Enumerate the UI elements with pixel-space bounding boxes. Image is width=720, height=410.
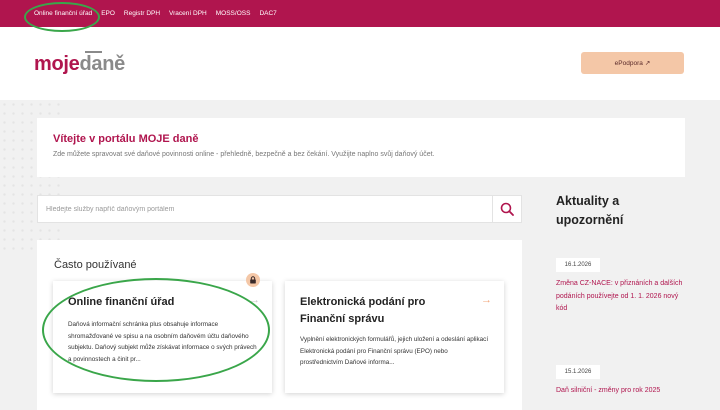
- nav-item-vraceni-dph[interactable]: Vracení DPH: [169, 10, 207, 17]
- lock-icon: [246, 273, 260, 287]
- tile-description: Daňová informační schránka plus obsahuje…: [68, 321, 257, 363]
- search-button[interactable]: [492, 196, 521, 222]
- search-bar: [37, 195, 522, 223]
- logo-part-dane: daně: [79, 53, 125, 75]
- site-header: mojedaně ePodpora ↗: [0, 27, 720, 100]
- frequent-heading: Často používané: [54, 259, 137, 271]
- news-date: 16.1.2026: [556, 258, 600, 272]
- nav-item-online-financni-urad[interactable]: Online finanční úřad: [34, 10, 92, 17]
- news-date: 15.1.2026: [556, 365, 600, 379]
- logo[interactable]: mojedaně: [34, 51, 125, 76]
- news-link[interactable]: Změna CZ-NACE: v přiznáních a dalších po…: [556, 278, 691, 316]
- search-input[interactable]: [38, 196, 494, 222]
- welcome-title: Vítejte v portálu MOJE daně: [53, 133, 199, 145]
- search-icon: [500, 202, 514, 216]
- logo-bar: [85, 51, 102, 53]
- arrow-right-icon: →: [481, 294, 492, 306]
- top-navigation: Online finanční úřad EPO Registr DPH Vra…: [0, 0, 720, 27]
- tile-title: Elektronická podání pro Finanční správu: [300, 296, 426, 325]
- welcome-subtitle: Zde můžete spravovat své daňové povinnos…: [53, 151, 435, 158]
- logo-part-moje: moje: [34, 53, 80, 75]
- tile-online-financni-urad[interactable]: Online finanční úřad → Daňová informační…: [53, 281, 272, 393]
- nav-item-registr-dph[interactable]: Registr DPH: [124, 10, 160, 17]
- arrow-right-icon: →: [249, 294, 260, 306]
- frequent-services-card: Často používané Online finanční úřad → D…: [37, 240, 522, 410]
- epodpora-button[interactable]: ePodpora ↗: [581, 52, 684, 74]
- external-link-icon: ↗: [644, 60, 651, 67]
- nav-item-dac7[interactable]: DAC7: [259, 10, 276, 17]
- nav-item-moss-oss[interactable]: MOSS/OSS: [216, 10, 251, 17]
- nav-item-epo[interactable]: EPO: [101, 10, 115, 17]
- news-title: Aktuality a upozornění: [556, 194, 624, 227]
- epodpora-label: ePodpora: [614, 59, 643, 67]
- welcome-box: Vítejte v portálu MOJE daně Zde můžete s…: [37, 118, 685, 177]
- tile-description: Vyplnění elektronických formulářů, jejic…: [300, 336, 489, 366]
- news-link[interactable]: Daň silniční - změny pro rok 2025: [556, 385, 691, 398]
- tile-elektronicka-podani[interactable]: Elektronická podání pro Finanční správu …: [285, 281, 504, 393]
- tile-title: Online finanční úřad: [68, 296, 175, 308]
